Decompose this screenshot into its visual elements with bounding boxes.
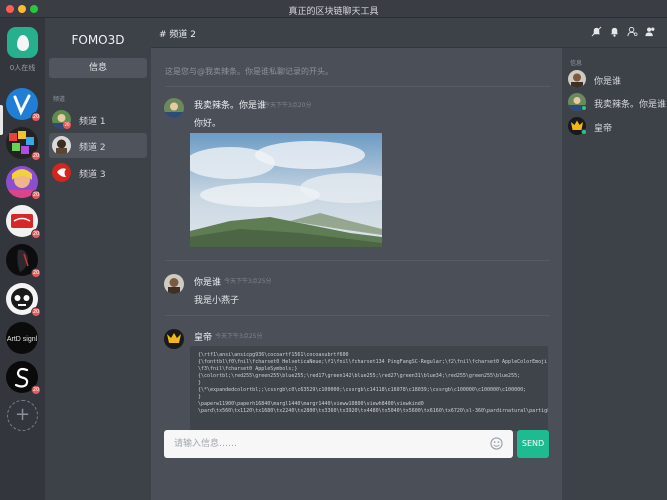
mountain-landscape-image [190,133,382,247]
channel-section-label: 频道 [53,96,66,103]
channel-avatar [52,163,71,182]
online-status-dot [581,105,587,111]
message-author[interactable]: 皇帝 [194,330,212,343]
window-title: 真正的区块链聊天工具 [288,7,379,17]
message-time: 今天下午3点20分 [264,102,312,109]
message-avatar[interactable] [164,329,184,349]
server-rail: 0人在线 20 20 20 20 20 20 ArtD signl 20 + [0,18,45,500]
mute-bell-icon[interactable] [591,26,602,37]
title-bar: 真正的区块链聊天工具 [0,0,667,18]
message-avatar[interactable] [164,98,184,118]
channel-item-3[interactable]: 频道 3 [49,160,147,185]
channel-title: # 频道 2 [159,30,196,40]
info-button[interactable]: 信息 [49,58,147,78]
chat-header: # 频道 2 [151,18,667,48]
online-count: 0人在线 [9,64,36,72]
bell-icon[interactable] [609,26,620,37]
add-server-button[interactable]: + [7,400,38,431]
message-text: 你好。 [194,119,222,129]
member-item[interactable]: 你是谁 [568,69,666,91]
channel-badge: 20 [63,121,71,129]
server-badge: 20 [31,229,41,239]
server-badge: 20 [31,268,41,278]
channel-label: 频道 3 [79,170,106,180]
message-author[interactable]: 我卖辣条。你是谁 [194,98,266,111]
channel-item-2[interactable]: 频道 2 [49,133,147,158]
channel-panel: FOMO3D 信息 频道 20 频道 1 频道 2 频道 3 [45,18,151,500]
active-server-indicator [0,105,3,135]
divider [165,315,550,316]
server-badge: 20 [31,112,41,122]
member-item[interactable]: 我卖辣条。你是谁 [568,92,666,114]
message-input[interactable] [164,430,513,458]
egg-icon [16,34,29,51]
server-badge: 20 [31,307,41,317]
member-name: 你是谁 [594,77,622,87]
channel-item-1[interactable]: 20 频道 1 [49,107,147,132]
divider [165,260,550,261]
svg-text:ArtD signl: ArtD signl [7,336,38,343]
member-panel: 信息 你是谁 我卖辣条。你是谁 皇帝 [562,48,667,500]
member-name: 我卖辣条。你是谁 [594,100,667,110]
channel-label: 频道 2 [79,143,106,153]
channel-label: 频道 1 [79,117,106,127]
user-group-icon[interactable] [645,26,656,37]
member-section-label: 信息 [570,60,583,67]
server-badge: 20 [31,190,41,200]
message-author[interactable]: 你是谁 [194,275,221,288]
channel-avatar [52,136,71,155]
chat-area: 这是您与@我卖辣条。你是谁私聊记录的开头。 我卖辣条。你是谁 今天下午3点20分… [151,48,562,500]
message-text: 我是小燕子 [194,296,240,306]
emoji-icon[interactable] [490,437,503,450]
online-status-dot [581,129,587,135]
welcome-text: 这是您与@我卖辣条。你是谁私聊记录的开头。 [165,67,333,76]
send-button[interactable]: SEND [517,430,549,458]
members-search-icon[interactable] [627,26,638,37]
artd-signl-logo-icon: ArtD signl [6,322,38,354]
server-badge: 20 [31,151,41,161]
server-badge: 20 [31,385,41,395]
server-icon-artd[interactable]: ArtD signl [6,322,38,354]
member-name: 皇帝 [594,124,613,134]
message-avatar[interactable] [164,274,184,294]
message-time: 今天下午3点25分 [224,278,272,285]
message-time: 今天下午3点25分 [215,333,263,340]
server-name: FOMO3D [71,33,125,47]
message-image[interactable] [190,133,382,247]
message-code-block: {\rtf1\ansi\ansicpg936\cocoartf1561\coco… [190,346,548,431]
home-button[interactable] [7,27,38,58]
member-avatar [568,70,586,88]
divider [165,86,550,87]
member-item[interactable]: 皇帝 [568,116,666,138]
